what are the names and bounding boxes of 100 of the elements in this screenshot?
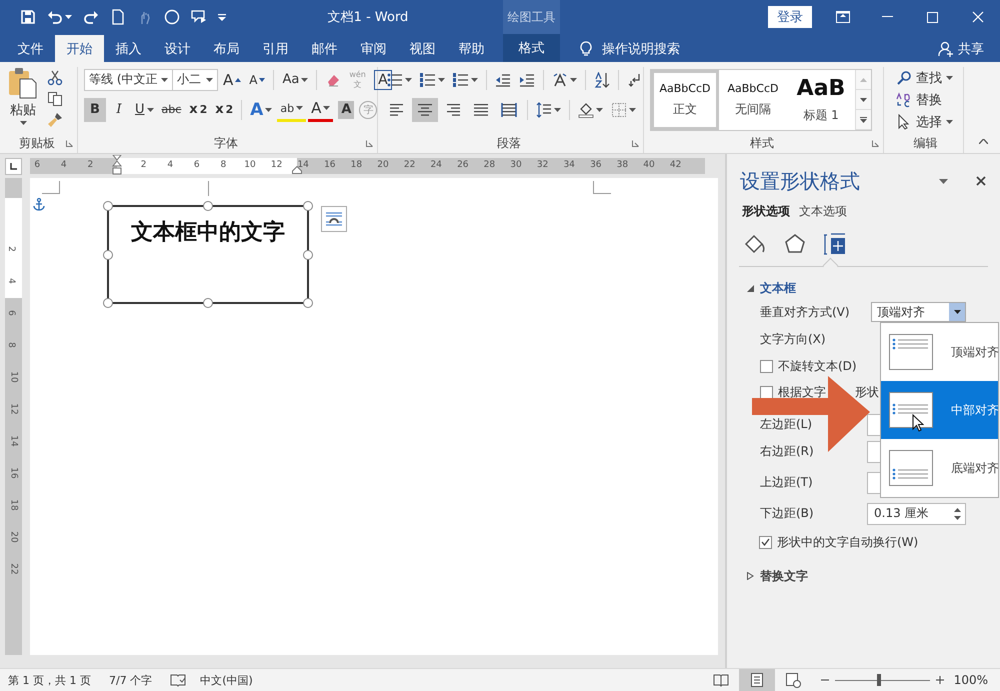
resize-handle[interactable] <box>303 298 313 308</box>
ruler-label: 22 <box>404 160 416 170</box>
caret-up-icon <box>235 78 242 82</box>
section-header[interactable]: 替换文字 <box>727 567 1000 585</box>
ruler-label: 42 <box>670 160 682 170</box>
change-case-button[interactable]: Aa <box>279 68 312 92</box>
resize-handle[interactable] <box>203 201 213 211</box>
character-border-button[interactable]: A <box>374 70 392 90</box>
text-box-text: 文本框中的文字 <box>131 218 285 245</box>
sort-icon <box>594 72 610 88</box>
close-button[interactable] <box>976 176 986 186</box>
grow-font-button[interactable]: A <box>220 68 244 92</box>
alignment-preview-icon <box>889 334 933 370</box>
caret-up-icon <box>860 78 867 82</box>
sign-in-button[interactable]: 登录 <box>768 6 812 28</box>
font-name-select[interactable]: 等线 (中文正 <box>84 68 173 90</box>
margin-field[interactable]: 0.13 厘米 <box>867 502 966 524</box>
pane-title: 设置形状格式 <box>740 168 860 194</box>
new-document-button[interactable] <box>110 9 126 25</box>
resize-handle[interactable] <box>203 298 213 308</box>
resize-handle[interactable] <box>303 250 313 260</box>
resize-handle[interactable] <box>103 250 113 260</box>
pane-icon-tab[interactable] <box>784 232 806 256</box>
highlight-button[interactable]: ab <box>277 98 306 122</box>
ribbon-tab[interactable]: 帮助 <box>447 35 496 62</box>
customize-toolbar-button[interactable] <box>218 13 226 21</box>
share-button[interactable]: 共享 <box>932 35 990 62</box>
underline-button[interactable]: U <box>132 98 157 122</box>
shrink-font-button[interactable]: A <box>246 68 268 92</box>
web-layout-icon <box>784 672 801 688</box>
speech-bubble-icon <box>191 9 207 25</box>
undo-button[interactable] <box>47 9 72 25</box>
style-name: 正文 <box>673 101 697 118</box>
checkbox[interactable]: 不旋转文本(D) <box>760 358 857 374</box>
font-color-button[interactable]: A <box>308 98 334 122</box>
dialog-launcher-icon <box>66 140 73 146</box>
dialog-launcher-icon <box>872 140 879 146</box>
pentagon-icon <box>784 233 806 255</box>
checkbox[interactable]: 根据文字 <box>760 384 826 400</box>
align-left-icon <box>389 102 405 118</box>
text-effects-button[interactable]: A <box>247 98 276 122</box>
indent-icon <box>519 72 535 88</box>
ruler-label: 16 <box>324 160 336 170</box>
resize-handle[interactable] <box>103 201 113 211</box>
zoom-thumb[interactable] <box>877 674 882 686</box>
resize-handle[interactable] <box>103 298 113 308</box>
editing-button[interactable]: 查找 <box>894 67 957 89</box>
pane-icon-tab[interactable] <box>824 232 846 256</box>
checkbox[interactable]: 形状中的文字自动换行(W) <box>759 534 918 550</box>
field-label: 右边距(R) <box>760 443 814 460</box>
pane-icon-tab[interactable] <box>744 232 766 256</box>
strikethrough-button[interactable]: abc <box>158 98 184 122</box>
ribbon-tab[interactable]: 视图 <box>398 35 447 62</box>
tab-stop-button[interactable] <box>5 158 22 174</box>
caret-icon <box>629 108 636 112</box>
save-button[interactable] <box>20 9 36 25</box>
ribbon-tab[interactable]: 格式 <box>503 34 560 62</box>
align-center-icon <box>417 102 433 118</box>
ribbon-tab[interactable]: 布局 <box>202 35 251 62</box>
ribbon-tab[interactable]: 审阅 <box>349 35 398 62</box>
bold-button[interactable]: B <box>84 98 106 122</box>
dialog-launcher-icon <box>366 140 373 146</box>
section-header[interactable]: 文本框 <box>727 279 1000 297</box>
section-title: 替换文字 <box>760 568 808 584</box>
align-button[interactable] <box>412 98 438 122</box>
resize-handle[interactable] <box>303 201 313 211</box>
view-button[interactable] <box>738 669 775 691</box>
editing-button[interactable]: 选择 <box>894 111 957 133</box>
ruler-label: 6 <box>6 310 16 316</box>
callout-button[interactable] <box>191 9 207 25</box>
layout-options-button[interactable] <box>321 206 347 232</box>
ribbon-tab[interactable]: 开始 <box>55 35 104 62</box>
vertical-alignment-select[interactable]: 顶端对齐 <box>871 302 966 322</box>
anchor-icon <box>33 198 45 211</box>
gallery-more-button[interactable] <box>856 110 871 130</box>
caret-icon <box>570 78 577 82</box>
paste-button[interactable]: 粘贴 <box>6 67 40 133</box>
font-size-select[interactable]: 小二 <box>172 68 218 90</box>
ribbon-tab[interactable]: 引用 <box>251 35 300 62</box>
numbered-list-icon <box>420 72 436 88</box>
word-count: 7/7 个字 <box>108 672 152 688</box>
pane-tab[interactable]: 文本选项 <box>799 202 852 220</box>
ribbon-tab[interactable]: 设计 <box>153 35 202 62</box>
ribbon-tab[interactable]: 邮件 <box>300 35 349 62</box>
tell-me-search[interactable]: 操作说明搜索 <box>574 35 684 62</box>
lightbulb-icon <box>578 40 594 56</box>
shape-button[interactable] <box>164 9 180 25</box>
text-wrap-icon <box>325 211 343 227</box>
style-item[interactable]: AaBbCcD 正文 <box>651 70 719 130</box>
character-shading-button[interactable]: A <box>338 100 354 118</box>
italic-button[interactable]: I <box>108 98 130 122</box>
editing-button[interactable]: 替换 <box>894 89 957 111</box>
ribbon-tab[interactable]: 插入 <box>104 35 153 62</box>
circle-icon <box>164 9 180 25</box>
redo-button[interactable] <box>83 9 99 25</box>
ribbon-tab[interactable]: 文件 <box>6 35 55 62</box>
pane-tab[interactable]: 形状选项 <box>742 202 795 220</box>
gallery-down-button[interactable] <box>856 90 871 110</box>
caret-icon <box>554 108 561 112</box>
pane-options-button[interactable] <box>939 178 948 184</box>
